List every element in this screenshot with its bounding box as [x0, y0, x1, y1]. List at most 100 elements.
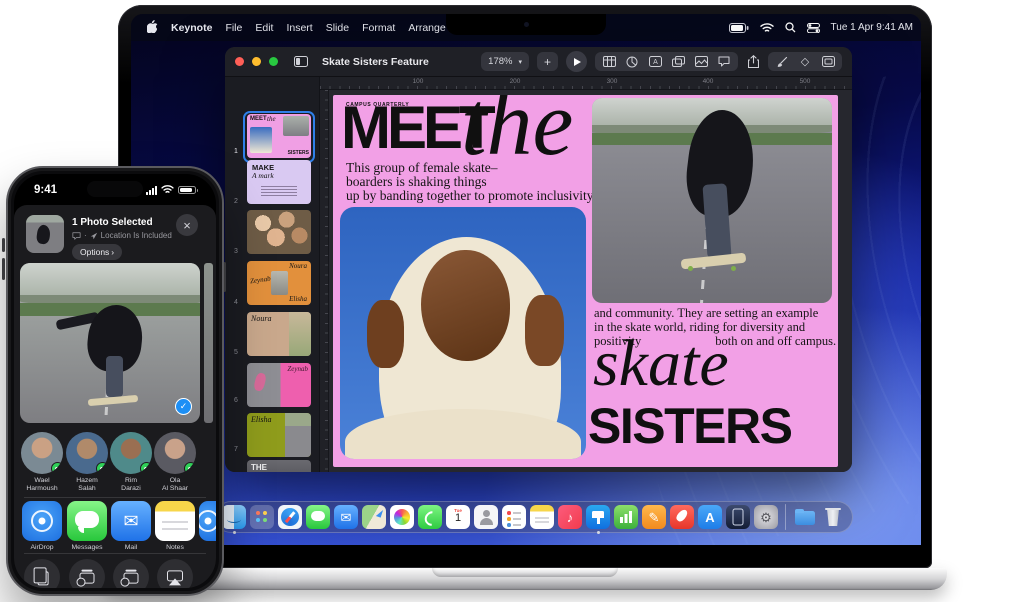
dock-calendar-icon[interactable]: Tue 1: [446, 505, 470, 529]
dock-launchpad-icon[interactable]: [250, 505, 274, 529]
dock-contacts-icon[interactable]: [474, 505, 498, 529]
slide-thumbnail-8[interactable]: THE skate: [247, 460, 311, 472]
menu-item-arrange[interactable]: Arrange: [408, 22, 445, 34]
dock-reminders-icon[interactable]: [502, 505, 526, 529]
wifi-icon[interactable]: [760, 23, 774, 33]
app-label: Messages: [65, 544, 109, 551]
contact-avatar[interactable]: [154, 432, 196, 474]
slide-thumbnail-5[interactable]: Noura: [247, 312, 311, 356]
photo-hand-shape: [367, 300, 404, 368]
next-photo-edge[interactable]: [204, 263, 213, 423]
thumb-figure: [253, 372, 267, 392]
dock-music-icon[interactable]: ♪: [558, 505, 582, 529]
stack-icon: [124, 573, 139, 584]
apple-menu-icon[interactable]: [147, 20, 158, 36]
slide-intro-text[interactable]: This group of female skate– boarders is …: [346, 161, 593, 204]
dock-maps-icon[interactable]: [362, 505, 386, 529]
contact-avatar[interactable]: [110, 432, 152, 474]
dock-photos-icon[interactable]: [390, 505, 414, 529]
share-icon[interactable]: [746, 55, 760, 69]
mail-icon[interactable]: ✉: [111, 501, 151, 541]
running-indicator: [233, 531, 236, 534]
thumb-text: MEET: [250, 116, 267, 122]
slide-editor[interactable]: CAMPUS QUARTERLY MEET the This group of …: [333, 95, 838, 467]
control-center-icon[interactable]: [807, 23, 820, 33]
app-label: AirDrop: [20, 544, 64, 551]
document-icon[interactable]: [821, 55, 835, 69]
messages-icon[interactable]: [67, 501, 107, 541]
search-icon[interactable]: [785, 22, 796, 33]
dock-finder-icon[interactable]: [222, 505, 246, 529]
slide-headline-sisters[interactable]: SISTERS: [588, 401, 791, 451]
close-button[interactable]: ×: [176, 214, 198, 236]
dock-keynote-icon[interactable]: [586, 505, 610, 529]
slide-number: 2: [234, 198, 238, 205]
keynote-toolbar: Skate Sisters Feature 178% ▾ + A: [225, 47, 852, 77]
copy-action-button[interactable]: [24, 559, 60, 588]
slide-headline-skate[interactable]: skate: [593, 331, 729, 397]
dock-mail-icon[interactable]: ✉: [334, 505, 358, 529]
chart-icon[interactable]: [625, 55, 639, 69]
slide-photo-skater[interactable]: [592, 98, 832, 303]
dock-facetime-icon[interactable]: [418, 505, 442, 529]
volume-up-button[interactable]: [2, 238, 5, 252]
slide-thumbnail-7[interactable]: Elisha: [247, 413, 311, 457]
dock-numbers-icon[interactable]: [614, 505, 638, 529]
add-slide-button[interactable]: +: [537, 52, 558, 71]
dock-pages-icon[interactable]: ✎: [642, 505, 666, 529]
volume-down-button[interactable]: [2, 258, 5, 280]
close-window-button[interactable]: [235, 57, 244, 66]
minimize-window-button[interactable]: [252, 57, 261, 66]
dock-rocket-icon[interactable]: [670, 505, 694, 529]
more-apps-edge[interactable]: [199, 501, 216, 541]
dock-notes-icon[interactable]: [530, 505, 554, 529]
dock-app-store-icon[interactable]: A: [698, 505, 722, 529]
menu-item-file[interactable]: File: [225, 22, 242, 34]
thumb-text: SISTERS: [288, 150, 309, 156]
shape-icon[interactable]: [671, 55, 685, 69]
dock-messages-icon[interactable]: [306, 505, 330, 529]
menu-item-slide[interactable]: Slide: [326, 22, 349, 34]
airplay-action-button[interactable]: [157, 559, 193, 588]
comment-icon[interactable]: [717, 55, 731, 69]
dock-safari-icon[interactable]: [278, 505, 302, 529]
dock-settings-icon[interactable]: ⚙: [754, 505, 778, 529]
format-brush-icon[interactable]: [775, 55, 789, 69]
slide-photo-portrait[interactable]: [340, 207, 586, 459]
battery-icon[interactable]: [729, 23, 749, 33]
insert-toolbar-group: A: [595, 52, 738, 71]
text-box-icon[interactable]: A: [648, 55, 662, 69]
options-button[interactable]: Options ›: [72, 244, 122, 260]
airdrop-icon[interactable]: [22, 501, 62, 541]
menu-item-insert[interactable]: Insert: [286, 22, 312, 34]
selected-photo[interactable]: ✓: [20, 263, 200, 423]
menu-item-edit[interactable]: Edit: [255, 22, 273, 34]
menu-item-format[interactable]: Format: [362, 22, 395, 34]
fullscreen-window-button[interactable]: [269, 57, 278, 66]
notes-icon[interactable]: [155, 501, 195, 541]
dock: ✉ Tue 1 ♪ ✎ A ⚙: [215, 501, 853, 533]
slide-thumbnail-4[interactable]: Noura Zeynab Elisha: [247, 261, 311, 305]
menu-clock[interactable]: Tue 1 Apr 9:41 AM: [831, 22, 913, 33]
contact-avatar[interactable]: [21, 432, 63, 474]
save-to-files-action-button[interactable]: [69, 559, 105, 588]
menu-app-name[interactable]: Keynote: [171, 22, 212, 34]
location-label: Location Is Included: [101, 231, 172, 240]
dock-iphone-mirroring-icon[interactable]: [726, 505, 750, 529]
slide-thumbnail-2[interactable]: MAKE A mark: [247, 160, 311, 204]
slide-thumbnail-1[interactable]: MEET the SISTERS: [247, 114, 311, 158]
add-to-album-action-button[interactable]: [113, 559, 149, 588]
dock-downloads-icon[interactable]: [793, 505, 817, 529]
contact-avatar[interactable]: [66, 432, 108, 474]
slide-thumbnail-6[interactable]: Zeynab: [247, 363, 311, 407]
animate-icon[interactable]: ◇: [798, 55, 812, 69]
slide-thumbnail-3[interactable]: [247, 210, 311, 254]
selected-check-badge[interactable]: ✓: [175, 398, 192, 415]
play-button[interactable]: [566, 51, 587, 72]
table-icon[interactable]: [602, 55, 616, 69]
zoom-control[interactable]: 178% ▾: [481, 52, 529, 71]
sidebar-view-icon[interactable]: [294, 55, 308, 69]
dock-trash-icon[interactable]: [821, 505, 845, 529]
media-icon[interactable]: [694, 55, 708, 69]
slide-headline-the[interactable]: the: [461, 95, 573, 169]
